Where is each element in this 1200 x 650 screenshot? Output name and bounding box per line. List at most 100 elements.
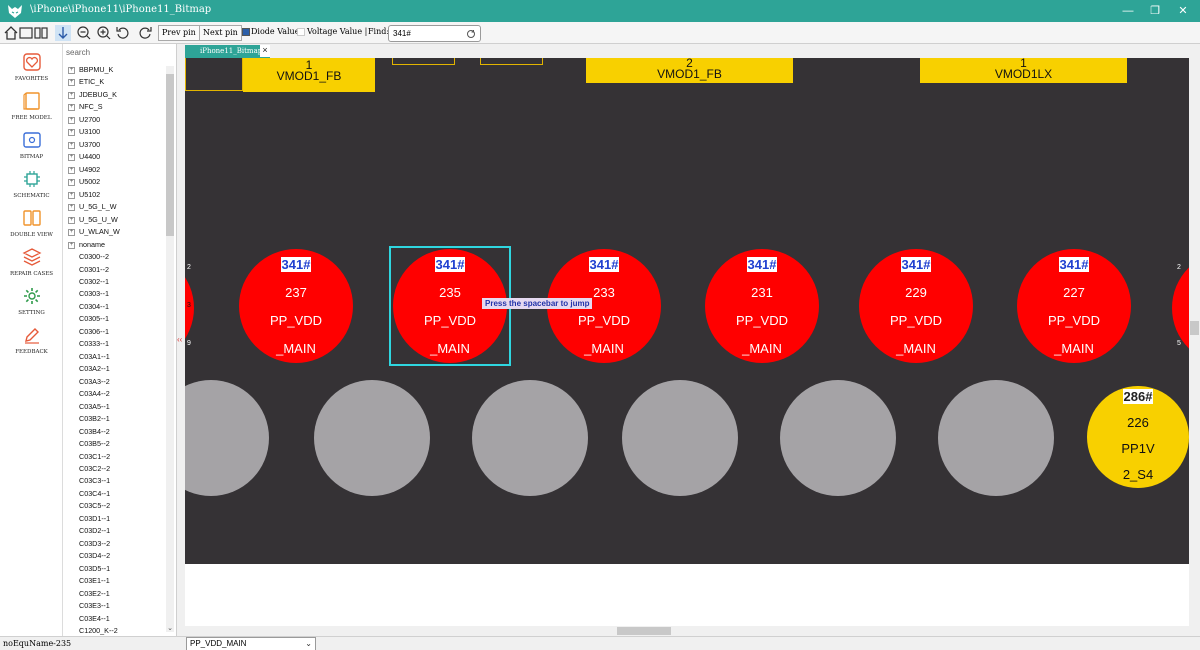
single-view-icon[interactable] [18,25,34,41]
home-icon[interactable] [3,25,19,41]
tab-close-button[interactable]: × [260,45,270,57]
tree-item[interactable]: C0301--2 [63,264,167,276]
tree-item[interactable]: C03B5--2 [63,438,167,450]
expand-icon[interactable]: + [68,104,75,112]
tree-item[interactable]: C03C5--2 [63,500,167,512]
tree-item[interactable]: C03D2--1 [63,525,167,537]
tree-item[interactable]: C03D1--1 [63,513,167,525]
nav-favorites[interactable]: FAVORITES [0,52,63,90]
pad-227[interactable]: 341# 227 PP_VDD _MAIN [1017,249,1131,363]
tree-item[interactable]: C0300--2 [63,251,167,263]
tree-item[interactable]: + U4400 [63,151,167,163]
tree-item[interactable]: + JDEBUG_K [63,89,167,101]
tree-item[interactable]: C03D5--1 [63,563,167,575]
zoom-out-icon[interactable] [76,25,92,41]
tree-item[interactable]: + noname [63,239,167,251]
pad-229[interactable]: 341# 229 PP_VDD _MAIN [859,249,973,363]
tree-item[interactable]: C0333--1 [63,338,167,350]
tree-item[interactable]: C03E2--1 [63,588,167,600]
tree-scrollbar-thumb[interactable] [166,74,174,236]
tree-item[interactable]: C03A2--1 [63,363,167,375]
split-view-icon[interactable] [33,25,49,41]
down-arrow-icon[interactable] [55,25,71,41]
nav-setting[interactable]: SETTING [0,286,63,324]
nav-feedback[interactable]: FEEDBACK [0,325,63,363]
pad-231[interactable]: 341# 231 PP_VDD _MAIN [705,249,819,363]
refresh-search-icon[interactable] [466,29,476,39]
tree-item[interactable]: C03A4--2 [63,388,167,400]
expand-icon[interactable]: + [68,141,75,149]
nav-schematic[interactable]: SCHEMATIC [0,169,63,207]
tree-scroll-down-icon[interactable]: ⌄ [167,624,173,632]
nav-double-view[interactable]: DOUBLE VIEW [0,208,63,246]
pad-vmod1-fb-right[interactable]: 2 VMOD1_FB [586,58,793,83]
rotate-left-icon[interactable] [115,25,131,41]
canvas-empty-area[interactable] [185,564,1189,626]
tree-item[interactable]: C03D3--2 [63,538,167,550]
pad-gray[interactable] [622,380,738,496]
canvas-horizontal-scrollbar-thumb[interactable] [617,627,671,635]
tree-item[interactable]: C0306--1 [63,326,167,338]
expand-icon[interactable]: + [68,154,75,162]
tree-item[interactable]: + U5102 [63,189,167,201]
nav-free-model[interactable]: FREE MODEL [0,91,63,129]
nav-bitmap[interactable]: BITMAP [0,130,63,168]
expand-icon[interactable]: + [68,79,75,87]
tab-iphone11-bitmap[interactable]: iPhone11_Bitmap [185,45,270,58]
pad-226[interactable]: 286# 226 PP1V 2_S4 [1087,386,1189,488]
tree-item[interactable]: + U_WLAN_W [63,226,167,238]
tree-item[interactable]: + U_5G_U_W [63,214,167,226]
tree-item[interactable]: + U3700 [63,139,167,151]
bitmap-canvas[interactable]: 1 VMOD1_FB 2 VMOD1_FB 1 VMOD1LX 2 3 9 2 … [185,58,1189,564]
expand-icon[interactable]: + [68,67,75,74]
expand-icon[interactable]: + [68,216,75,224]
tree-item[interactable]: C03C4--1 [63,488,167,500]
expand-icon[interactable]: + [68,91,75,99]
pad-gray[interactable] [472,380,588,496]
close-button[interactable]: ✕ [1173,3,1193,19]
panel-splitter[interactable]: ‹‹ [177,44,185,636]
tree-item[interactable]: C03A1--1 [63,351,167,363]
tree-item[interactable]: C0304--1 [63,301,167,313]
pad-vmod1-fb-left[interactable]: 1 VMOD1_FB [243,58,375,92]
nav-repair-cases[interactable]: REPAIR CASES [0,247,63,285]
canvas-horizontal-scrollbar[interactable] [185,626,1189,636]
minimize-button[interactable]: — [1118,3,1138,19]
tree-item[interactable]: C0302--1 [63,276,167,288]
tree-item[interactable]: + U_5G_L_W [63,201,167,213]
maximize-button[interactable]: ❐ [1145,3,1165,19]
expand-icon[interactable]: + [68,116,75,124]
pad-gray[interactable] [185,380,269,496]
tree-item[interactable]: + U5002 [63,176,167,188]
expand-icon[interactable]: + [68,191,75,199]
pad-237[interactable]: 341# 237 PP_VDD _MAIN [239,249,353,363]
tree-item[interactable]: C03E3--1 [63,600,167,612]
tree-item[interactable]: C03E4--1 [63,613,167,625]
tree-item[interactable]: C03A5--1 [63,401,167,413]
tree-item[interactable]: + U2700 [63,114,167,126]
voltage-value-checkbox[interactable] [297,28,305,36]
expand-icon[interactable]: + [68,229,75,237]
expand-icon[interactable]: + [68,204,75,212]
expand-icon[interactable]: + [68,179,75,187]
canvas-vertical-scrollbar-thumb[interactable] [1190,321,1199,335]
next-pin-button[interactable]: Next pin [199,25,242,41]
prev-pin-button[interactable]: Prev pin [158,25,200,41]
expand-icon[interactable]: + [68,129,75,137]
tree-item[interactable]: + BBPMU_K [63,64,167,76]
tree-item[interactable]: C0303--1 [63,288,167,300]
tree-search-input[interactable]: search [66,48,90,57]
tree-item[interactable]: + ETIC_K [63,76,167,88]
pad-vmod1lx[interactable]: 1 VMOD1LX [920,58,1127,83]
tree-item[interactable]: C03A3--2 [63,376,167,388]
tree-item[interactable]: C1200_K--2 [63,625,167,636]
tree-item[interactable]: + U3100 [63,126,167,138]
expand-icon[interactable]: + [68,166,75,174]
find-input[interactable]: 341# [388,25,481,42]
tree-item[interactable]: C03D4--2 [63,550,167,562]
pad-gray[interactable] [780,380,896,496]
tree-item[interactable]: C03C3--1 [63,475,167,487]
expand-icon[interactable]: + [68,241,75,249]
collapse-panel-icon[interactable]: ‹‹ [177,335,182,344]
tree-item[interactable]: C03C1--2 [63,451,167,463]
